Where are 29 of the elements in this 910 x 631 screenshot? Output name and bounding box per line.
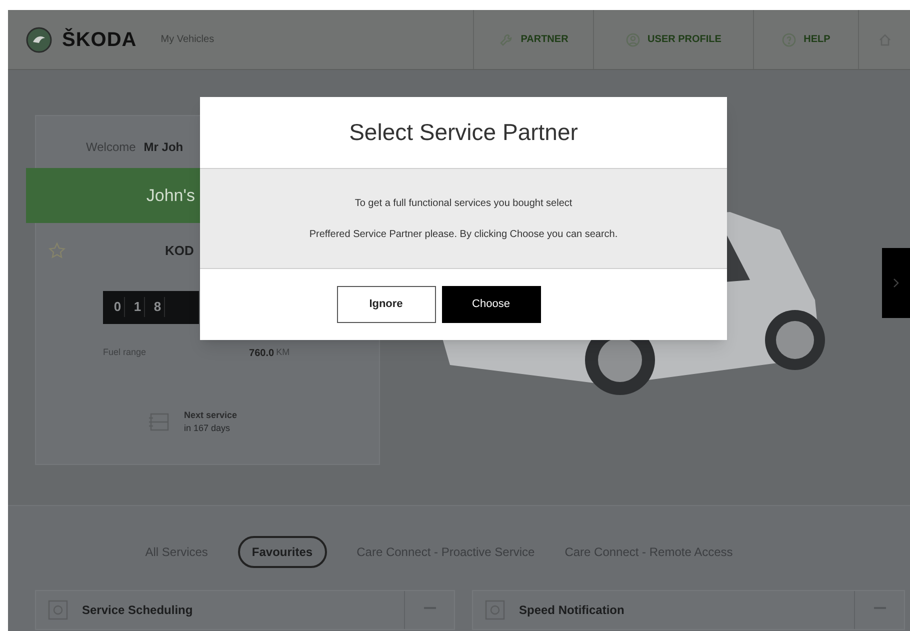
service-name: Speed Notification: [519, 602, 624, 619]
wrench-icon: [498, 32, 513, 46]
odometer-digit: 8: [151, 297, 165, 317]
vehicle-name: John's: [146, 184, 195, 207]
star-icon[interactable]: [48, 242, 66, 260]
logo-icon: [26, 26, 52, 52]
odometer-digit: 1: [131, 297, 145, 317]
odometer-digit: 0: [111, 297, 125, 317]
chevron-right-icon: [893, 278, 899, 288]
service-name: Service Scheduling: [82, 602, 193, 619]
nav-link[interactable]: PARTNER: [473, 10, 593, 69]
vehicle-model: KOD: [165, 242, 194, 260]
dialog-message-line: To get a full functional services you bought select: [354, 196, 572, 210]
page-subtitle: My Vehicles: [160, 33, 214, 47]
user-name: Mr Joh: [144, 139, 184, 156]
dialog-title: Select Service Partner: [349, 118, 578, 148]
choose-button[interactable]: Choose: [442, 286, 540, 323]
dialog-message-line: Preffered Service Partner please. By clicking Choose you can search.: [309, 228, 618, 242]
next-arrow-button[interactable]: [882, 248, 910, 318]
next-service-label: Next service: [184, 408, 238, 422]
nav-link[interactable]: HELP: [753, 10, 858, 69]
next-service-value: in 167 days: [184, 422, 232, 435]
fuel-range-value: 760.0: [249, 346, 274, 360]
brand-logo-text: ŠKODA: [62, 27, 137, 52]
help-icon: [782, 32, 796, 46]
ignore-button[interactable]: Ignore: [336, 286, 436, 323]
user-icon: [626, 32, 640, 46]
nav-link[interactable]: USER PROFILE: [593, 10, 753, 69]
service-tab[interactable]: Favourites: [238, 536, 327, 568]
